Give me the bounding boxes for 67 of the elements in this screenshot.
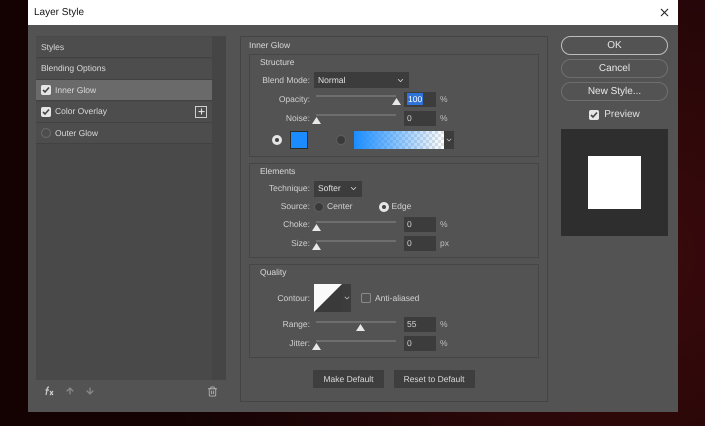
scrollbar[interactable] [212, 36, 226, 380]
field-label: Contour: [276, 292, 311, 304]
contour-picker[interactable] [314, 284, 351, 312]
field-label: Source: [280, 200, 311, 214]
add-icon[interactable] [195, 106, 207, 118]
dropdown[interactable]: Normal [314, 72, 409, 88]
value-field[interactable]: 0 [404, 336, 436, 351]
panel-button[interactable]: Make Default [313, 370, 384, 388]
checkbox-label: Anti-aliased [375, 292, 420, 304]
dialog-button[interactable]: New Style... [561, 82, 668, 101]
radio-button[interactable] [378, 202, 389, 212]
preview-square [588, 156, 641, 209]
value-field[interactable]: 100 [404, 92, 436, 106]
chevron-down-icon [342, 294, 350, 302]
unit-label: % [440, 318, 448, 331]
checkbox[interactable] [41, 85, 51, 95]
value-field[interactable]: 0 [404, 236, 436, 252]
dialog-button[interactable]: OK [561, 36, 668, 55]
value-field[interactable]: 55 [404, 317, 436, 332]
field-label: Choke: [282, 218, 311, 232]
field-label: Technique: [268, 182, 311, 196]
slider-thumb[interactable] [312, 224, 320, 231]
trash-icon[interactable] [207, 386, 218, 396]
color-swatch[interactable] [290, 130, 308, 148]
style-list-item[interactable]: Inner Glow [36, 80, 212, 101]
unit-label: % [440, 337, 448, 350]
radio-button[interactable] [314, 202, 324, 212]
unit-label: % [440, 112, 448, 124]
style-list-item[interactable]: Blending Options [36, 58, 212, 80]
checkbox[interactable] [589, 110, 600, 120]
field-label: Opacity: [278, 92, 311, 106]
field-label: Size: [290, 237, 311, 250]
radio-label: Center [327, 200, 353, 214]
field-label: Noise: [284, 112, 311, 124]
radio-label: Edge [392, 200, 412, 214]
gradient-picker[interactable] [354, 130, 454, 148]
checkbox[interactable] [41, 128, 51, 138]
group-title: Structure [260, 56, 296, 68]
panel-title: Inner Glow [249, 39, 292, 52]
checkbox[interactable] [41, 106, 51, 116]
window-title: Layer Style [34, 6, 84, 20]
value-field[interactable]: 0 [404, 110, 436, 126]
field-label: Range: [282, 318, 311, 331]
radio-button[interactable] [272, 134, 282, 144]
dropdown[interactable]: Softer [314, 180, 362, 197]
style-list-item[interactable]: Color Overlay [36, 102, 212, 122]
panel-button[interactable]: Reset to Default [394, 370, 475, 388]
checkbox-label: Preview [604, 108, 640, 122]
group-title: Quality [260, 266, 288, 279]
unit-label: px [440, 237, 449, 250]
unit-label: % [440, 92, 448, 106]
dialog-button[interactable]: Cancel [561, 59, 668, 78]
field-label: Blend Mode: [261, 74, 311, 86]
slider-thumb[interactable] [392, 98, 400, 105]
group-title: Elements [260, 164, 296, 178]
checkbox[interactable] [361, 293, 371, 303]
slider-thumb[interactable] [312, 342, 320, 350]
slider-thumb[interactable] [312, 117, 320, 124]
slider-thumb[interactable] [312, 242, 320, 250]
style-list-item[interactable]: Outer Glow [36, 123, 212, 144]
fx-icon[interactable] [44, 386, 55, 396]
close-icon [658, 6, 670, 19]
value-field[interactable]: 0 [404, 217, 436, 232]
unit-label: % [440, 218, 448, 232]
field-label: Jitter: [288, 337, 311, 350]
style-list-item[interactable]: Styles [36, 37, 212, 58]
radio-button[interactable] [336, 134, 346, 144]
